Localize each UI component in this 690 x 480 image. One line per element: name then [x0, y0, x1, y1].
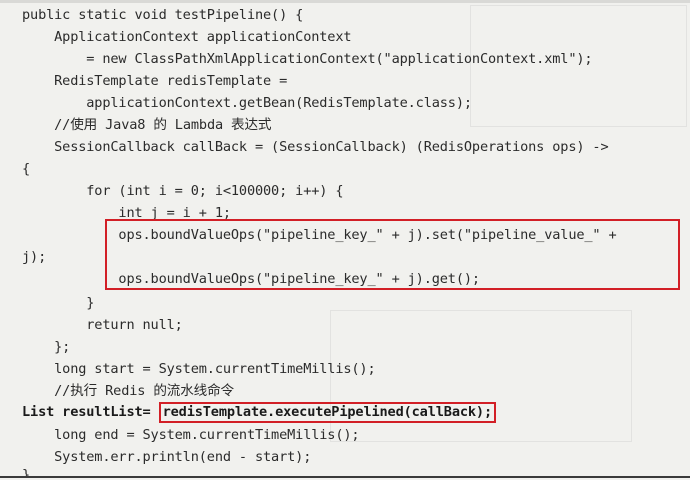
- code-line: }: [22, 295, 95, 311]
- code-line: for (int i = 0; i<100000; i++) {: [22, 183, 344, 199]
- execute-pipelined-highlight: redisTemplate.executePipelined(callBack)…: [158, 402, 496, 423]
- pipeline-ops-highlight: [105, 219, 680, 290]
- code-line: applicationContext.getBean(RedisTemplate…: [22, 95, 472, 111]
- code-line: public static void testPipeline() {: [22, 7, 304, 23]
- code-line: long start = System.currentTimeMillis();: [22, 361, 376, 377]
- code-line: {: [22, 161, 31, 177]
- code-line: System.err.println(end - start);: [22, 449, 312, 465]
- page-bottom-rule: [0, 476, 690, 478]
- code-line: ApplicationContext applicationContext: [22, 29, 352, 45]
- code-comment: //使用 Java8 的 Lambda 表达式: [22, 117, 272, 133]
- code-line: j);: [22, 249, 47, 265]
- code-line: };: [22, 339, 71, 355]
- code-comment: //执行 Redis 的流水线命令: [22, 383, 234, 399]
- code-line: RedisTemplate redisTemplate =: [22, 73, 288, 89]
- code-line: SessionCallback callBack = (SessionCallb…: [22, 139, 609, 155]
- code-line: return null;: [22, 317, 183, 333]
- code-line: = new ClassPathXmlApplicationContext("ap…: [22, 51, 593, 67]
- result-list-line: List resultList= redisTemplate.executePi…: [22, 401, 496, 423]
- code-line: long end = System.currentTimeMillis();: [22, 427, 360, 443]
